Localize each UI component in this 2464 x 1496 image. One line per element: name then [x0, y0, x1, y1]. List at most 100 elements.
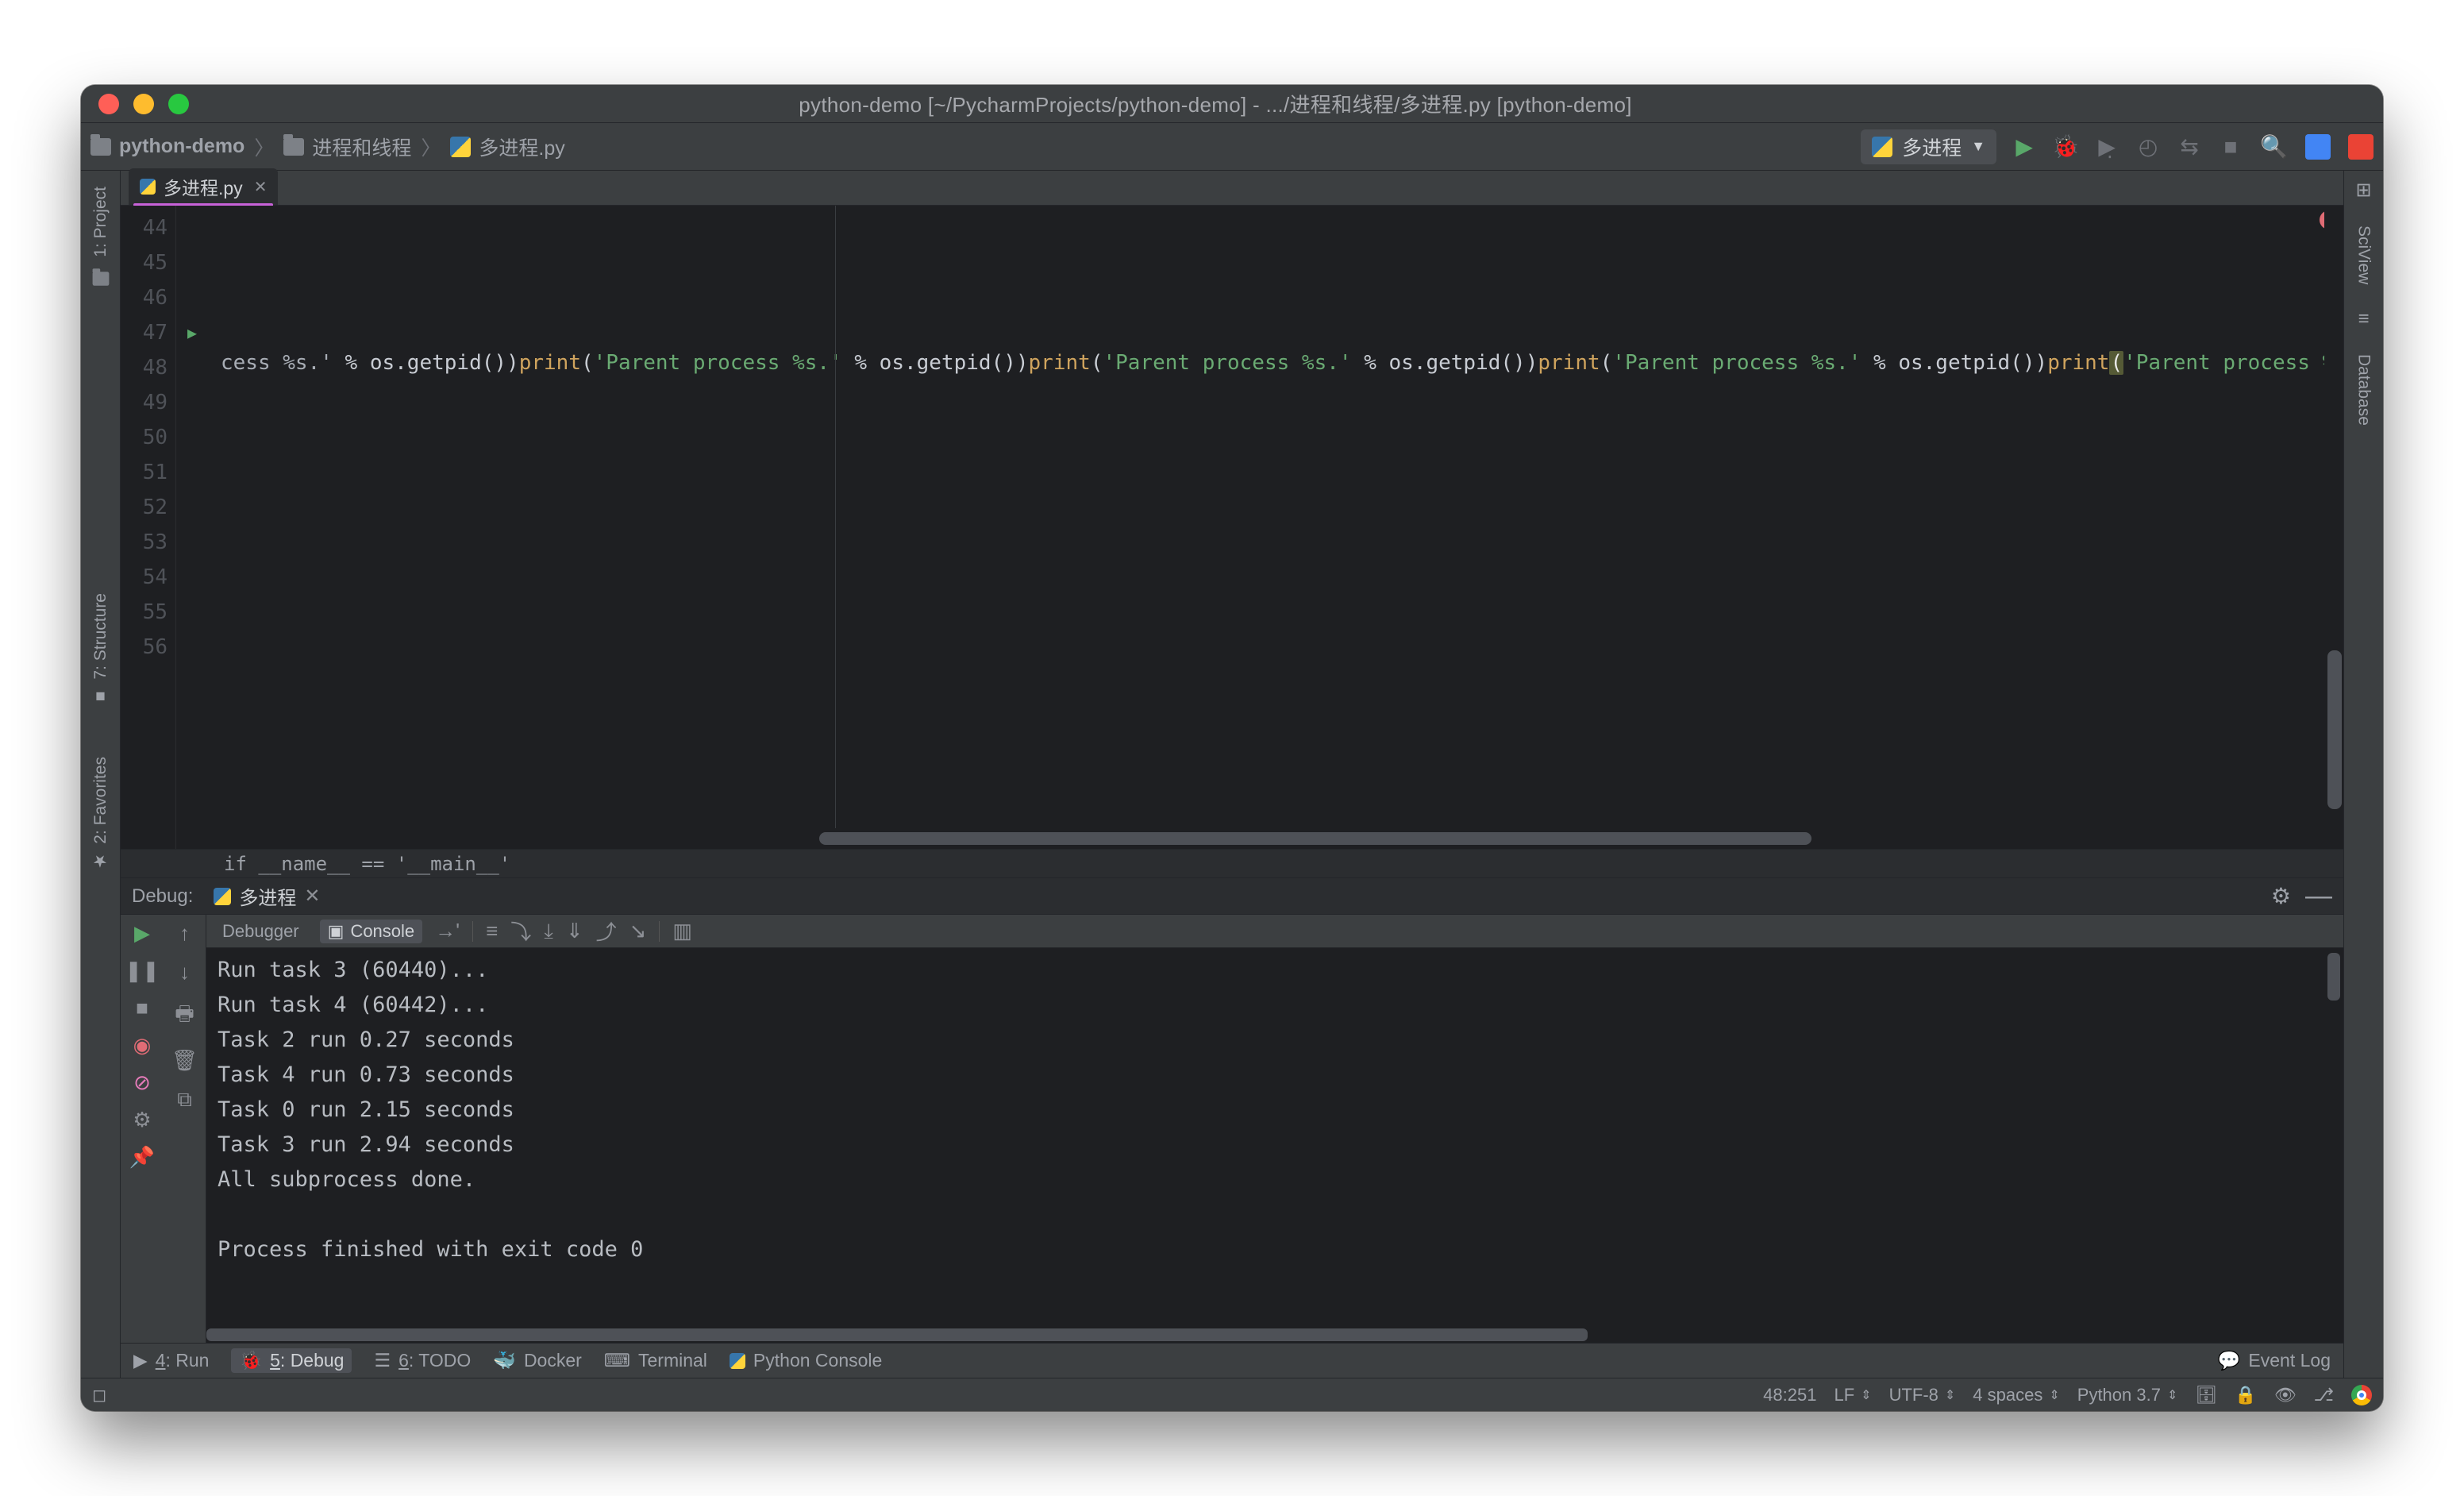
close-tab-icon[interactable]: ✕: [254, 177, 268, 197]
delete-icon[interactable]: 🗑: [171, 1048, 198, 1073]
attach-icon[interactable]: ⇆: [2177, 135, 2201, 159]
maximize-window-icon[interactable]: [168, 94, 189, 114]
console-tab[interactable]: ▣ Console: [320, 920, 423, 943]
tool-project[interactable]: 1: Project: [91, 187, 110, 257]
debug-console-output[interactable]: Run task 3 (60440)...Run task 4 (60442).…: [206, 948, 2343, 1343]
python-icon: [730, 1353, 745, 1369]
search-everywhere-icon[interactable]: 🔍: [2260, 135, 2288, 159]
mute-breakpoints-icon[interactable]: ⊘: [133, 1070, 151, 1095]
caret-position[interactable]: 48:251: [1763, 1385, 1816, 1405]
python-icon: [214, 888, 231, 905]
editor-breadcrumb-label: if __name__ == '__main__': [224, 853, 510, 875]
profile-icon[interactable]: ◴: [2136, 135, 2160, 159]
indent-setting[interactable]: 4 spaces⇕: [1973, 1385, 2059, 1405]
file-encoding[interactable]: UTF-8⇕: [1889, 1385, 1956, 1405]
tool-terminal[interactable]: ⌨Terminal: [604, 1350, 707, 1371]
close-debug-tab-icon[interactable]: ✕: [304, 885, 320, 908]
code-line-48[interactable]: cess %s.' % os.getpid())print('Parent pr…: [208, 345, 2343, 380]
folder-icon: [283, 138, 304, 156]
tool-pyconsole-label: Python Console: [753, 1350, 882, 1371]
view-breakpoints-icon[interactable]: ◉: [133, 1033, 152, 1058]
run-config-selector[interactable]: 多进程 ▼: [1861, 129, 1996, 164]
editor-horizontal-scrollbar[interactable]: [295, 830, 2324, 849]
separator: [472, 921, 473, 942]
run-config-label: 多进程: [1902, 133, 1962, 161]
tool-event-log[interactable]: 💬Event Log: [2218, 1350, 2331, 1371]
grid-icon[interactable]: ⊞: [2355, 179, 2371, 202]
pause-icon[interactable]: ❚❚: [125, 958, 160, 983]
ide-window: python-demo [~/PycharmProjects/python-de…: [81, 85, 2383, 1411]
project-tool-icon[interactable]: [92, 272, 109, 286]
settings-icon[interactable]: ⚙: [133, 1108, 151, 1132]
code-viewport[interactable]: cess %s.' % os.getpid())print('Parent pr…: [208, 206, 2343, 849]
run-icon[interactable]: ▶: [2012, 135, 2036, 159]
tool-favorites[interactable]: ★2: Favorites: [91, 757, 110, 871]
tool-run[interactable]: ▶4: Run: [133, 1350, 209, 1371]
step-out-icon[interactable]: ⤴: [596, 916, 617, 946]
up-stack-icon[interactable]: ↑: [179, 921, 190, 946]
layout-icon[interactable]: ⧉: [177, 1087, 192, 1112]
stop-icon[interactable]: ■: [136, 996, 148, 1020]
tool-database-label: Database: [2354, 354, 2374, 426]
evaluate-icon[interactable]: ▥: [672, 919, 692, 943]
hide-tool-window-icon[interactable]: —: [2305, 881, 2332, 912]
separator: [659, 921, 660, 942]
step-into-icon[interactable]: ⤵: [510, 916, 531, 946]
plugin-icon[interactable]: [2348, 134, 2374, 160]
console-horizontal-scrollbar[interactable]: [206, 1328, 1588, 1341]
tool-structure-label: 7: Structure: [91, 593, 110, 680]
inspection-icon[interactable]: 👁: [2274, 1385, 2297, 1405]
debug-tool-icon: 🐞: [239, 1350, 262, 1371]
tool-docker[interactable]: 🐳Docker: [493, 1350, 582, 1371]
line-separator[interactable]: LF⇕: [1834, 1385, 1871, 1405]
tool-window-quick-access-icon[interactable]: ◻: [92, 1385, 106, 1405]
database-icon[interactable]: ≡: [2358, 308, 2369, 330]
tool-structure[interactable]: ■7: Structure: [91, 593, 110, 706]
console-tab-label: Console: [350, 921, 414, 942]
rerun-icon[interactable]: ▶: [134, 921, 150, 946]
tool-sciview[interactable]: SciView: [2354, 226, 2374, 284]
force-step-icon[interactable]: ⇓: [566, 919, 583, 943]
tool-database[interactable]: Database: [2354, 354, 2374, 426]
window-controls: [81, 94, 206, 114]
breadcrumbs: python-demo 〉 进程和线程 〉 多进程.py: [90, 133, 565, 161]
memory-indicator-icon[interactable]: 🗄: [2195, 1385, 2217, 1405]
step-over-icon[interactable]: ≡: [486, 919, 498, 943]
step-into-my-icon[interactable]: ⤓: [544, 919, 553, 944]
navigation-bar: python-demo 〉 进程和线程 〉 多进程.py 多进程 ▼ ▶ 🐞 ▶…: [81, 123, 2383, 171]
translate-plugin-icon[interactable]: [2305, 134, 2331, 160]
coverage-icon[interactable]: ▶̣: [2095, 135, 2119, 159]
debugger-tab[interactable]: Debugger: [214, 920, 307, 943]
down-stack-icon[interactable]: ↓: [179, 960, 190, 985]
git-icon[interactable]: ⎇: [2314, 1385, 2334, 1405]
crumb-folder[interactable]: 进程和线程: [283, 133, 411, 161]
tool-todo[interactable]: ☰6: TODO: [374, 1350, 471, 1371]
stop-icon[interactable]: ■: [2219, 135, 2243, 159]
tool-debug[interactable]: 🐞5: Debug: [231, 1348, 352, 1373]
close-window-icon[interactable]: [98, 94, 119, 114]
debug-icon[interactable]: 🐞: [2054, 135, 2077, 159]
editor-tab[interactable]: 多进程.py ✕: [129, 168, 278, 205]
crumb-file[interactable]: 多进程.py: [450, 133, 564, 161]
minimize-window-icon[interactable]: [133, 94, 154, 114]
editor-vertical-scrollbar[interactable]: [2324, 206, 2343, 828]
tool-docker-label: Docker: [524, 1350, 582, 1371]
debug-header: Debug: 多进程 ✕ ⚙ —: [121, 878, 2343, 915]
code-editor[interactable]: 44454647484950515253545556 ▶ cess %s.' %…: [121, 206, 2343, 849]
debug-settings-icon[interactable]: ⚙: [2271, 883, 2291, 909]
lock-icon[interactable]: 🔒: [2235, 1385, 2256, 1405]
new-watch-icon[interactable]: →': [435, 919, 460, 943]
sdk-label: Python 3.7: [2077, 1385, 2161, 1405]
run-to-cursor-icon[interactable]: ↘: [629, 919, 647, 943]
tool-python-console[interactable]: Python Console: [730, 1350, 882, 1371]
debug-session-tab[interactable]: 多进程 ✕: [204, 881, 329, 912]
chrome-icon[interactable]: [2351, 1385, 2372, 1405]
project-folder-icon: [90, 138, 111, 156]
pin-icon[interactable]: 📌: [129, 1145, 155, 1170]
print-icon[interactable]: 🖶: [175, 999, 194, 1034]
editor-breadcrumb[interactable]: if __name__ == '__main__': [121, 849, 2343, 877]
crumb-project[interactable]: python-demo: [90, 135, 244, 158]
python-interpreter[interactable]: Python 3.7⇕: [2077, 1385, 2178, 1405]
run-tool-icon: ▶: [133, 1350, 148, 1371]
console-vertical-scrollbar[interactable]: [2327, 953, 2340, 1001]
